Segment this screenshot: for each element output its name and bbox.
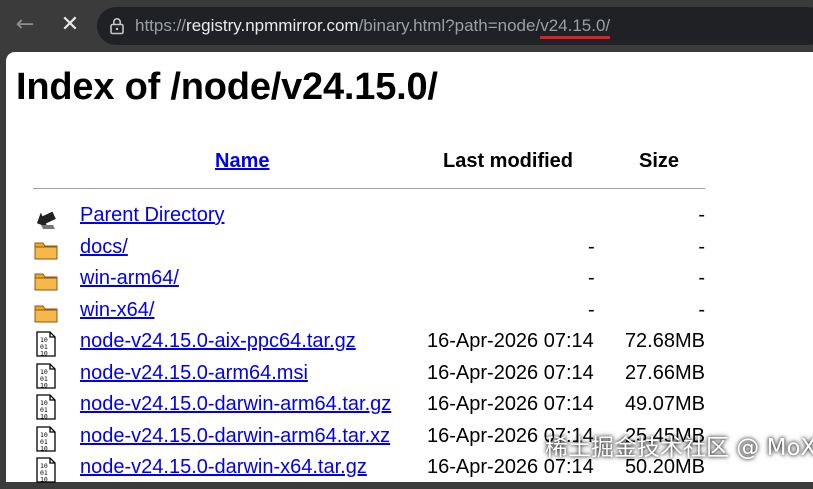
last-modified: 16-Apr-2026 07:14 [427, 393, 594, 415]
column-size: Size [639, 150, 680, 172]
listing-header: Name Last modified Size [33, 142, 705, 188]
page-title: Index of /node/v24.15.0/ [16, 66, 438, 108]
last-modified: - [588, 235, 595, 258]
svg-text:10: 10 [40, 350, 48, 358]
listing-row: 10 01 10 node-v24.15.0-arm64.msi 16-Apr-2026… [33, 360, 705, 392]
last-modified: 16-Apr-2026 07:14 [427, 330, 594, 352]
close-icon[interactable]: ✕ [55, 10, 85, 40]
file-link[interactable]: node-v24.15.0-aix-ppc64.tar.gz [80, 330, 356, 353]
watermark: 稀土掘金技术社区 @ MoXC [545, 435, 813, 461]
file-size: - [698, 267, 705, 289]
url-path: /binary.html?path=node/ [358, 16, 541, 35]
column-last-modified: Last modified [443, 150, 574, 172]
binary-file-icon: 10 01 10 [33, 362, 59, 389]
binary-file-icon: 10 01 10 [33, 394, 59, 421]
svg-text:10: 10 [40, 444, 48, 452]
file-link[interactable]: node-v24.15.0-darwin-arm64.tar.xz [80, 425, 390, 448]
parent-directory-icon [33, 205, 59, 231]
url-highlight: v24.15.0/ [540, 16, 611, 39]
url-text: https://registry.npmmirror.com/binary.ht… [135, 7, 611, 45]
last-modified: - [588, 267, 595, 289]
file-size: 72.68MB [624, 330, 705, 352]
page-viewport: Index of /node/v24.15.0/ Name Last modif… [6, 52, 813, 484]
listing-row: docs/ - - [33, 234, 705, 266]
file-link[interactable]: win-x64/ [80, 299, 154, 322]
binary-file-icon: 10 01 10 [33, 425, 59, 452]
last-modified: - [588, 298, 595, 321]
listing-row: win-arm64/ - - [33, 265, 705, 297]
binary-file-icon: 10 01 10 [33, 331, 59, 358]
address-bar[interactable]: https://registry.npmmirror.com/binary.ht… [97, 7, 813, 45]
listing-row: 10 01 10 node-v24.15.0-aix-ppc64.tar.gz 16-A… [33, 328, 705, 360]
lock-icon[interactable] [107, 16, 127, 36]
file-size: - [698, 298, 705, 321]
folder-icon [33, 237, 59, 263]
svg-text:10: 10 [40, 381, 48, 389]
file-link[interactable]: node-v24.15.0-darwin-x64.tar.gz [80, 456, 367, 479]
file-size: 27.66MB [624, 361, 705, 384]
file-link[interactable]: node-v24.15.0-darwin-arm64.tar.gz [80, 393, 391, 416]
svg-text:10: 10 [40, 476, 48, 484]
svg-text:10: 10 [40, 413, 48, 421]
browser-toolbar: ← ✕ https://registry.npmmirror.com/binar… [0, 0, 813, 52]
file-link[interactable]: node-v24.15.0-arm64.msi [80, 362, 308, 385]
file-link[interactable]: win-arm64/ [80, 267, 179, 290]
file-size: - [698, 204, 705, 226]
arrow-left-icon[interactable]: ← [10, 10, 40, 40]
folder-icon [33, 300, 59, 326]
file-size: 49.07MB [624, 393, 705, 415]
url-scheme: https:// [135, 16, 187, 35]
file-link[interactable]: Parent Directory [80, 204, 225, 227]
file-listing: Name Last modified Size Parent Directory… [33, 142, 705, 484]
listing-row: 10 01 10 node-v24.15.0-darwin-arm64.tar.gz 1… [33, 391, 705, 423]
folder-icon [33, 268, 59, 294]
binary-file-icon: 10 01 10 [33, 457, 59, 484]
file-link[interactable]: docs/ [80, 236, 128, 259]
header-divider [33, 188, 705, 189]
listing-row: win-x64/ - - [33, 297, 705, 329]
last-modified: 16-Apr-2026 07:14 [427, 361, 594, 384]
column-name[interactable]: Name [215, 150, 269, 173]
listing-row: Parent Directory - [33, 202, 705, 234]
url-host: registry.npmmirror.com [186, 16, 359, 35]
file-size: - [698, 235, 705, 258]
